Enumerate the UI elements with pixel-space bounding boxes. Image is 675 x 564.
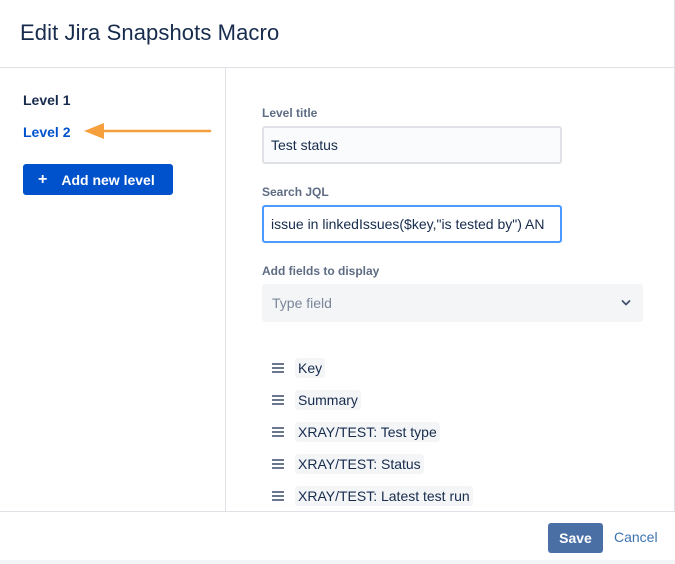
selected-fields-list: Key Summary XRAY/TEST: Test type XRAY/TE… [272, 352, 473, 512]
arrow-left-icon [84, 123, 212, 139]
list-item[interactable]: XRAY/TEST: Status [272, 448, 473, 480]
add-new-level-button[interactable]: + Add new level [23, 164, 173, 195]
field-name: XRAY/TEST: Status [295, 454, 424, 474]
add-fields-select[interactable]: Type field [262, 284, 643, 322]
field-name: XRAY/TEST: Latest test run [295, 486, 473, 506]
field-name: Summary [295, 390, 361, 410]
level-title-label: Level title [262, 106, 318, 120]
save-button[interactable]: Save [548, 523, 603, 553]
drag-handle-icon[interactable] [272, 491, 284, 501]
field-name: Key [295, 358, 326, 378]
edit-macro-dialog: Edit Jira Snapshots Macro Level 1 Level … [0, 0, 675, 560]
dialog-title: Edit Jira Snapshots Macro [20, 20, 280, 45]
search-jql-input[interactable] [262, 205, 562, 243]
level-settings-panel: Level title Search JQL Add fields to dis… [226, 68, 675, 511]
add-fields-placeholder: Type field [272, 295, 332, 311]
field-name: XRAY/TEST: Test type [295, 422, 440, 442]
list-item[interactable]: XRAY/TEST: Test type [272, 416, 473, 448]
chevron-down-icon [621, 300, 631, 306]
sidebar-item-level-1[interactable]: Level 1 [23, 92, 70, 108]
drag-handle-icon[interactable] [272, 427, 284, 437]
plus-icon: + [38, 170, 48, 188]
levels-sidebar: Level 1 Level 2 + Add new level [0, 68, 226, 511]
list-item[interactable]: Summary [272, 384, 473, 416]
drag-handle-icon[interactable] [272, 459, 284, 469]
drag-handle-icon[interactable] [272, 363, 284, 373]
drag-handle-icon[interactable] [272, 395, 284, 405]
search-jql-label: Search JQL [262, 185, 329, 199]
dialog-footer: Save Cancel [0, 511, 675, 560]
list-item[interactable]: Key [272, 352, 473, 384]
add-fields-label: Add fields to display [262, 264, 380, 278]
dialog-header: Edit Jira Snapshots Macro [0, 0, 675, 68]
cancel-link[interactable]: Cancel [614, 529, 658, 545]
sidebar-item-level-2[interactable]: Level 2 [23, 124, 70, 140]
list-item[interactable]: XRAY/TEST: Latest test run [272, 480, 473, 512]
page-background-strip [0, 560, 675, 564]
add-new-level-label: Add new level [61, 171, 155, 188]
level-title-input[interactable] [262, 126, 562, 164]
